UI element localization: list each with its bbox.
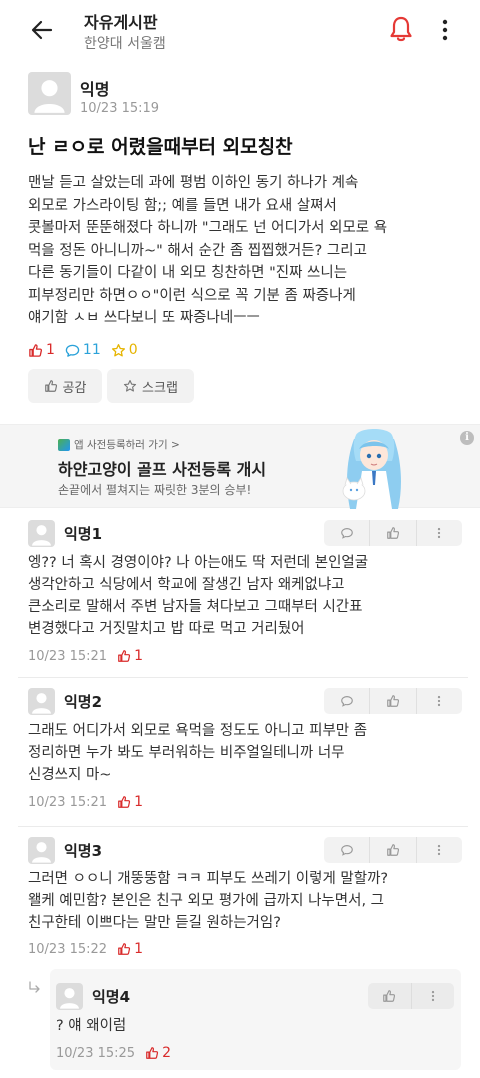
- comment-toolbar: [324, 520, 462, 546]
- reply-like-button[interactable]: [368, 983, 412, 1009]
- speech-bubble-icon: [340, 528, 353, 539]
- comment-like-count: 1: [117, 794, 143, 810]
- reply-button[interactable]: [324, 688, 371, 714]
- reply-button[interactable]: [324, 837, 371, 863]
- more-options-icon: [438, 527, 441, 539]
- reply-timestamp: 10/23 15:25: [56, 1045, 136, 1061]
- comment-toolbar: [324, 837, 462, 863]
- comment-like-count: 1: [117, 648, 143, 664]
- speech-bubble-icon: [65, 344, 80, 357]
- reply-arrow-icon: [29, 981, 40, 993]
- divider: [18, 677, 468, 678]
- more-options-icon[interactable]: [440, 18, 450, 42]
- ad-banner[interactable]: 앱 사전등록하러 가기 > 하얀고양이 골프 사전등록 개시 손끝에서 펼쳐지는…: [0, 424, 480, 509]
- top-bar: 자유게시판 한양대 서울캠: [0, 0, 480, 60]
- post-timestamp: 10/23 15:19: [80, 101, 160, 116]
- scrap-count: 0: [111, 342, 138, 358]
- avatar: [56, 983, 83, 1010]
- star-icon: [111, 343, 125, 356]
- reply-body: ? 얘 왜이럼: [56, 1018, 127, 1034]
- ad-info-icon[interactable]: i: [460, 431, 474, 445]
- comment-toolbar: [324, 688, 462, 714]
- thumbs-up-icon: [387, 695, 400, 707]
- comment-more-button[interactable]: [417, 520, 462, 546]
- comment-more-button[interactable]: [417, 688, 462, 714]
- reply-button[interactable]: [324, 520, 371, 546]
- ad-description: 손끝에서 펼쳐지는 짜릿한 3분의 승부!: [58, 483, 252, 497]
- ad-title: 하얀고양이 골프 사전등록 개시: [58, 460, 267, 479]
- comment-timestamp: 10/23 15:22: [28, 941, 108, 957]
- thumbs-up-icon: [44, 380, 57, 392]
- comment-timestamp: 10/23 15:21: [28, 794, 108, 810]
- like-button[interactable]: 공감: [28, 369, 102, 403]
- comment-like-button[interactable]: [370, 520, 417, 546]
- comment-author: 익명2: [64, 693, 103, 711]
- reply-like-count: 2: [145, 1045, 171, 1061]
- bell-icon[interactable]: [388, 15, 414, 43]
- avatar: [28, 837, 55, 864]
- more-options-icon: [438, 844, 441, 856]
- reply-more-button[interactable]: [412, 983, 455, 1009]
- comment-timestamp: 10/23 15:21: [28, 648, 108, 664]
- reply-toolbar: [368, 983, 454, 1009]
- ad-character-illustration: [342, 429, 401, 509]
- default-profile-icon: [32, 525, 51, 546]
- post-title: 난 ㄹㅇ로 어렸을때부터 외모칭찬: [28, 136, 293, 158]
- star-icon: [123, 380, 137, 392]
- avatar: [28, 520, 55, 547]
- thumbs-up-icon: [146, 1047, 159, 1059]
- default-profile-icon: [32, 842, 51, 863]
- more-options-icon: [431, 990, 434, 1002]
- comment-body: 엥?? 너 혹시 경영이야? 나 아는애도 딱 저런데 본인얼굴 생각안하고 식…: [28, 555, 369, 637]
- thumbs-up-icon: [118, 943, 131, 955]
- default-profile-icon: [32, 693, 51, 714]
- avatar: [28, 688, 55, 715]
- comment-body: 그러면 ㅇㅇ니 개뚱뚱함 ㅋㅋ 피부도 쓰레기 이렇게 말할까? 왤케 예민함?…: [28, 871, 389, 931]
- speech-bubble-icon: [340, 696, 353, 707]
- scrap-button[interactable]: 스크랩: [107, 369, 194, 403]
- comment-meta: 10/23 15:22 1: [28, 941, 143, 957]
- comment-like-count: 1: [117, 941, 143, 957]
- more-options-icon: [438, 695, 441, 707]
- avatar: [28, 72, 71, 115]
- comment-author: 익명1: [64, 525, 103, 543]
- thumbs-up-icon: [118, 796, 131, 808]
- comment-like-button[interactable]: [370, 688, 417, 714]
- post-stats: 1 11 0: [28, 340, 138, 360]
- post-author: 익명: [80, 80, 110, 99]
- reply-meta: 10/23 15:25 2: [56, 1045, 171, 1061]
- comment-meta: 10/23 15:21 1: [28, 794, 143, 810]
- default-profile-icon: [34, 80, 65, 113]
- thumbs-up-icon: [29, 343, 43, 357]
- thumbs-up-icon: [118, 650, 131, 662]
- comment-body: 그래도 어디가서 외모로 욕먹을 정도도 아니고 피부만 좀 정리하면 누가 봐…: [28, 723, 368, 783]
- thumbs-up-icon: [387, 844, 400, 856]
- thumbs-up-icon: [387, 527, 400, 539]
- board-title: 자유게시판: [84, 13, 158, 32]
- thumbs-up-icon: [383, 990, 396, 1002]
- speech-bubble-icon: [340, 845, 353, 856]
- comment-meta: 10/23 15:21 1: [28, 648, 143, 664]
- back-arrow-icon[interactable]: [30, 18, 54, 42]
- default-profile-icon: [60, 988, 79, 1009]
- comment-more-button[interactable]: [417, 837, 462, 863]
- divider: [18, 826, 468, 827]
- school-name: 한양대 서울캠: [84, 36, 166, 52]
- comment-like-button[interactable]: [370, 837, 417, 863]
- app-icon: [58, 438, 70, 451]
- ad-app-link[interactable]: 앱 사전등록하러 가기 >: [58, 437, 180, 452]
- comment-author: 익명3: [64, 842, 103, 860]
- post-body: 맨날 듣고 살았는데 과에 평범 이하인 동기 하나가 계속 외모로 가스라이팅…: [28, 175, 388, 326]
- comment-count: 11: [65, 342, 101, 358]
- reply-author: 익명4: [92, 988, 131, 1006]
- like-count: 1: [28, 342, 55, 358]
